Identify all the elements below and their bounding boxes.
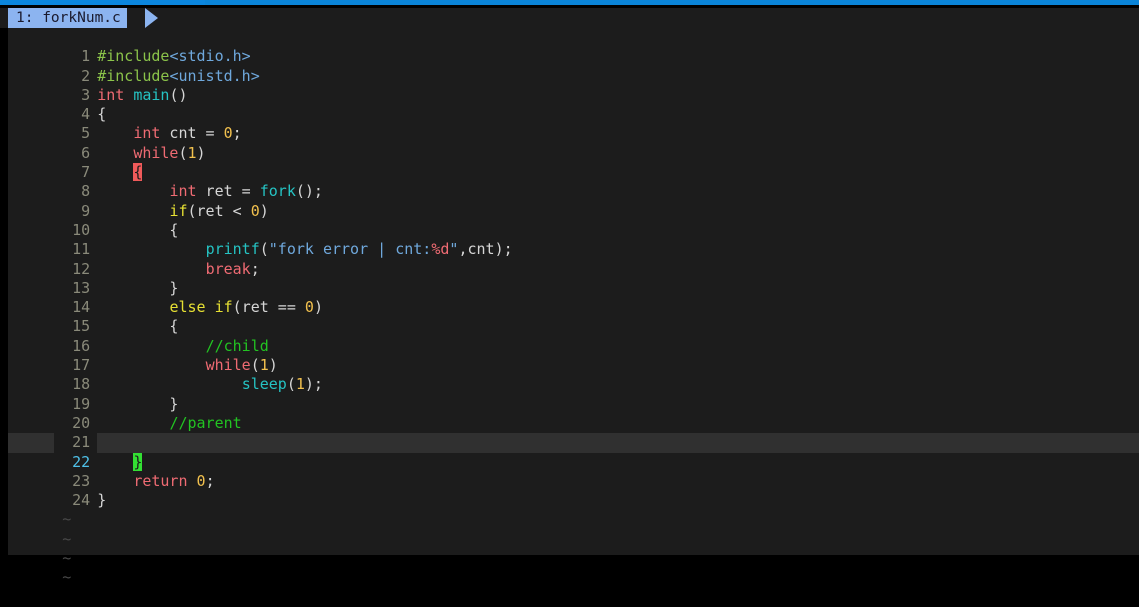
filler-row: ~ — [0, 549, 1139, 586]
line-number: 1 — [54, 47, 98, 67]
filler-row: ~ — [0, 530, 1139, 567]
tab-label: 1: forkNum.c — [16, 10, 121, 26]
code-line[interactable]: 4{ — [0, 86, 1139, 125]
code-line-current[interactable]: 22 } — [0, 433, 1139, 472]
code-line[interactable]: 15 { — [0, 298, 1139, 337]
filler-row: ~ — [0, 510, 1139, 548]
code-line[interactable]: 12 break; — [0, 240, 1139, 279]
code-line[interactable]: 2 #include<unistd.h> — [0, 47, 1139, 86]
line-number: 13 — [54, 278, 98, 299]
line-number: 3 — [54, 85, 98, 106]
code-editor-area[interactable]: 1 #include<stdio.h> 2 #include<unistd.h> 3… — [0, 28, 1139, 586]
code-line[interactable]: 16 //child — [0, 317, 1139, 357]
line-number: 10 — [54, 220, 98, 241]
code-line[interactable]: 7 { — [0, 144, 1139, 183]
code-line[interactable]: 3 int main() — [0, 67, 1139, 106]
code-line[interactable]: 17 while(1) — [0, 337, 1139, 376]
code-line[interactable]: 21 ++cnt; — [0, 414, 1139, 453]
filler-tilde: ~ — [62, 568, 72, 587]
line-number: 4 — [54, 105, 98, 125]
code-line[interactable]: 18 sleep(1); — [0, 356, 1139, 395]
line-number: 11 — [54, 240, 98, 260]
line-number: 8 — [54, 182, 98, 202]
line-number: 19 — [54, 394, 98, 414]
line-number: 6 — [54, 143, 98, 164]
filler-row: ~ — [0, 491, 1139, 528]
line-number: 21 — [54, 433, 98, 453]
code-line[interactable]: 13 } — [0, 260, 1139, 299]
tab-arrow-icon — [145, 8, 158, 28]
line-number: 23 — [54, 471, 98, 492]
code-line[interactable]: 1 #include<stdio.h> — [0, 28, 1139, 67]
line-number: 20 — [54, 413, 98, 434]
line-number: 17 — [54, 356, 98, 376]
code-line[interactable]: 23 return 0; — [0, 453, 1139, 492]
tab-forknum-c[interactable]: 1: forkNum.c — [8, 8, 127, 28]
line-number: 2 — [54, 66, 98, 86]
line-number: 9 — [54, 201, 98, 221]
line-number: 18 — [54, 375, 98, 395]
code-line[interactable]: 14 else if(ret == 0) — [0, 279, 1139, 318]
code-line[interactable]: 24} — [0, 472, 1139, 511]
code-line[interactable]: 9 if(ret < 0) — [0, 182, 1139, 221]
left-edge-strip — [0, 28, 8, 555]
line-number: 14 — [54, 298, 98, 318]
code-line[interactable]: 20 //parent — [0, 395, 1139, 434]
code-line[interactable]: 10 { — [0, 202, 1139, 241]
line-number: 5 — [54, 124, 98, 144]
code-line[interactable]: 6 while(1) — [0, 124, 1139, 164]
code-line[interactable]: 11 printf("fork error | cnt:%d",cnt); — [0, 221, 1139, 260]
line-number: 24 — [54, 491, 98, 511]
line-number: 15 — [54, 317, 98, 337]
code-line[interactable]: 19 } — [0, 375, 1139, 414]
terminal-editor-window: 1: forkNum.c 1 #include<stdio.h> 2 #includ… — [0, 0, 1139, 586]
line-number: 12 — [54, 259, 98, 279]
line-number: 7 — [54, 163, 98, 183]
line-number: 16 — [54, 336, 98, 357]
line-number-current: 22 — [54, 452, 98, 472]
code-line[interactable]: 5 int cnt = 0; — [0, 105, 1139, 144]
code-line[interactable]: 8 int ret = fork(); — [0, 163, 1139, 202]
tab-bar[interactable]: 1: forkNum.c — [0, 8, 1139, 28]
